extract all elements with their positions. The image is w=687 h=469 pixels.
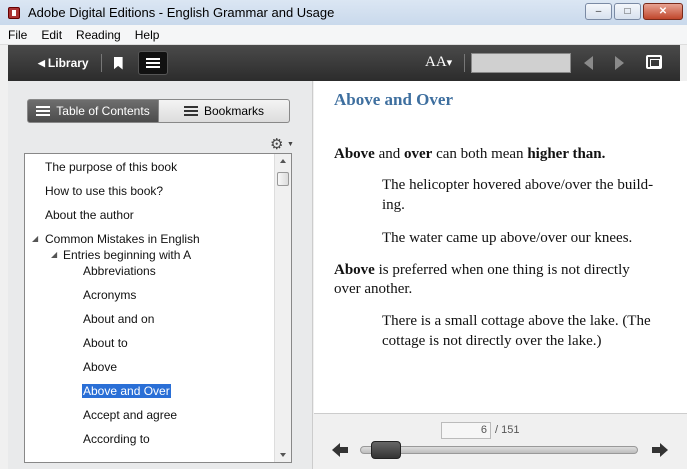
window-title: Adobe Digital Editions - English Grammar… (28, 5, 335, 20)
paragraph: Above and over can both mean higher than… (334, 146, 606, 162)
page-navigation-bar: 6 / 151 (314, 413, 687, 469)
tab-bookmarks[interactable]: Bookmarks (159, 99, 290, 123)
window-controls: – □ ✕ (585, 3, 683, 20)
toolbar-divider (464, 54, 465, 72)
list-icon (145, 57, 160, 69)
search-input[interactable] (471, 53, 571, 73)
title-bar: Adobe Digital Editions - English Grammar… (0, 0, 687, 25)
toc-list: The purpose of this book How to use this… (24, 153, 292, 463)
sidebar-tabs: Table of Contents Bookmarks (27, 99, 290, 123)
scroll-thumb[interactable] (277, 172, 289, 186)
next-page-icon[interactable] (615, 56, 624, 70)
toc-item[interactable]: About to (83, 336, 128, 350)
paragraph: Above is preferred when one thing is not… (334, 262, 630, 278)
back-arrow-icon: ◀ (38, 57, 45, 68)
toc-item[interactable]: Accept and agree (83, 408, 177, 422)
toc-item[interactable]: According to (83, 432, 150, 446)
tab-label: Bookmarks (203, 104, 265, 118)
library-button[interactable]: ◀ Library (38, 56, 89, 70)
paragraph-line: over another. (334, 281, 413, 297)
menu-bar: File Edit Reading Help (0, 25, 687, 45)
toc-item[interactable]: Acronyms (83, 288, 136, 302)
toc-scrollbar[interactable] (274, 154, 291, 462)
section-title: Above and Over (334, 90, 453, 109)
close-button[interactable]: ✕ (643, 3, 683, 20)
previous-page-arrow-icon[interactable] (332, 443, 348, 457)
menu-edit[interactable]: Edit (34, 28, 69, 42)
gear-icon[interactable]: ⚙ (270, 135, 283, 153)
scroll-down-icon[interactable] (280, 453, 286, 457)
page-number-input[interactable]: 6 (441, 422, 491, 439)
bookmarks-icon (183, 106, 198, 116)
example-line: There is a small cottage above the lake.… (382, 313, 651, 329)
toc-item[interactable]: How to use this book? (45, 184, 163, 198)
tab-label: Table of Contents (56, 104, 150, 118)
app-icon (8, 6, 20, 19)
menu-help[interactable]: Help (128, 28, 167, 42)
fullscreen-icon[interactable] (646, 55, 662, 69)
page-slider-track[interactable] (360, 446, 638, 454)
toolbar-divider (130, 54, 131, 72)
reader-toolbar: ◀ Library AA▾ (8, 45, 680, 81)
expand-triangle-icon[interactable]: ◢ (32, 234, 38, 243)
toc-item[interactable]: The purpose of this book (45, 160, 177, 174)
menu-file[interactable]: File (0, 28, 34, 42)
toc-item[interactable]: Entries beginning with A (63, 248, 191, 262)
example-line: ing. (382, 197, 405, 213)
minimize-button[interactable]: – (585, 3, 612, 20)
example-line: The water came up above/over our knees. (382, 230, 633, 246)
menu-reading[interactable]: Reading (69, 28, 128, 42)
reading-pane: Above and Over Above and over can both m… (314, 81, 687, 413)
toolbar-divider (100, 54, 102, 72)
tab-table-of-contents[interactable]: Table of Contents (27, 99, 159, 123)
page-slider-thumb[interactable] (371, 441, 401, 459)
toc-toggle-button[interactable] (137, 51, 168, 75)
toc-icon (36, 106, 51, 116)
chevron-down-icon: ▼ (287, 141, 294, 148)
example-line: cottage is not directly over the lake.) (382, 333, 602, 349)
expand-triangle-icon[interactable]: ◢ (51, 250, 57, 259)
maximize-button[interactable]: □ (614, 3, 641, 20)
toc-item[interactable]: Abbreviations (83, 264, 156, 278)
bookmark-icon[interactable] (113, 56, 123, 70)
next-page-arrow-icon[interactable] (652, 443, 668, 457)
page-total: / 151 (495, 424, 520, 436)
toc-item[interactable]: Common Mistakes in English (45, 232, 200, 246)
scroll-up-icon[interactable] (280, 159, 286, 163)
previous-page-icon[interactable] (584, 56, 593, 70)
toc-item[interactable]: About and on (83, 312, 154, 326)
toc-item[interactable]: About the author (45, 208, 134, 222)
font-size-icon: AA (425, 54, 447, 70)
library-label: Library (47, 56, 89, 70)
font-size-button[interactable]: AA▾ (425, 54, 452, 71)
sidebar: Table of Contents Bookmarks ⚙ ▼ The purp… (8, 81, 313, 469)
example-line: The helicopter hovered above/over the bu… (382, 177, 654, 193)
toc-item-selected[interactable]: Above and Over (82, 384, 171, 398)
toc-item[interactable]: Above (83, 360, 117, 374)
